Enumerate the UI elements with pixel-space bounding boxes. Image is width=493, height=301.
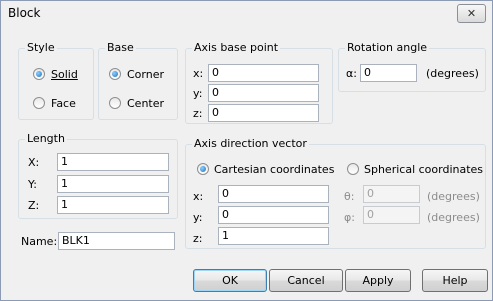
length-z-label: Z: — [28, 199, 40, 212]
length-y-field[interactable]: 1 — [57, 175, 169, 193]
block-dialog: Block ✕ Style Solid Face Base Corner Cen… — [0, 0, 493, 301]
name-label: Name: — [21, 235, 58, 248]
spherical-radio[interactable] — [347, 163, 359, 175]
apply-button[interactable]: Apply — [345, 269, 411, 292]
length-x-field[interactable]: 1 — [57, 153, 169, 171]
rotation-angle-field[interactable]: 0 — [360, 64, 417, 82]
theta-field[interactable]: 0 — [363, 185, 420, 203]
base-x-label: x: — [193, 67, 204, 80]
base-y-label: y: — [193, 87, 203, 100]
alpha-label: α: — [346, 67, 357, 80]
theta-label: θ: — [344, 190, 355, 203]
base-corner-radio[interactable] — [109, 68, 121, 80]
base-center-label[interactable]: Center — [127, 97, 164, 110]
close-icon: ✕ — [466, 7, 477, 20]
dir-z-field[interactable]: 1 — [218, 227, 329, 245]
cartesian-label[interactable]: Cartesian coordinates — [214, 163, 334, 176]
style-face-radio[interactable] — [33, 97, 45, 109]
phi-unit-label: (degrees) — [427, 211, 480, 224]
dir-y-label: y: — [193, 211, 203, 224]
base-z-field[interactable]: 0 — [208, 104, 319, 122]
dir-y-field[interactable]: 0 — [218, 206, 329, 224]
name-field[interactable]: BLK1 — [58, 232, 175, 250]
phi-field[interactable]: 0 — [363, 206, 420, 224]
style-group-label: Style — [25, 41, 57, 54]
phi-label: φ: — [344, 211, 355, 224]
close-button[interactable]: ✕ — [457, 4, 486, 23]
style-face-label[interactable]: Face — [51, 97, 76, 110]
length-x-label: X: — [28, 156, 40, 169]
base-corner-label[interactable]: Corner — [127, 68, 164, 81]
axis-direction-label: Axis direction vector — [192, 137, 309, 150]
base-z-label: z: — [193, 107, 203, 120]
cancel-button[interactable]: Cancel — [269, 269, 343, 292]
rotation-angle-label: Rotation angle — [345, 41, 430, 54]
help-button[interactable]: Help — [422, 269, 488, 292]
cartesian-radio[interactable] — [197, 163, 209, 175]
title-bar: Block ✕ — [1, 1, 492, 27]
length-z-field[interactable]: 1 — [57, 196, 169, 214]
window-title: Block — [8, 6, 41, 20]
theta-unit-label: (degrees) — [427, 190, 480, 203]
ok-button[interactable]: OK — [193, 269, 267, 292]
dir-z-label: z: — [193, 232, 203, 245]
style-solid-label[interactable]: Solid — [51, 68, 78, 81]
rotation-unit-label: (degrees) — [426, 67, 479, 80]
base-x-field[interactable]: 0 — [208, 64, 319, 82]
axis-base-point-label: Axis base point — [192, 41, 281, 54]
spherical-label[interactable]: Spherical coordinates — [364, 163, 483, 176]
base-y-field[interactable]: 0 — [208, 84, 319, 102]
dir-x-field[interactable]: 0 — [218, 185, 329, 203]
base-group-label: Base — [105, 41, 136, 54]
length-y-label: Y: — [28, 178, 37, 191]
dir-x-label: x: — [193, 190, 204, 203]
length-group-label: Length — [25, 132, 67, 145]
base-center-radio[interactable] — [109, 97, 121, 109]
style-solid-radio[interactable] — [33, 68, 45, 80]
